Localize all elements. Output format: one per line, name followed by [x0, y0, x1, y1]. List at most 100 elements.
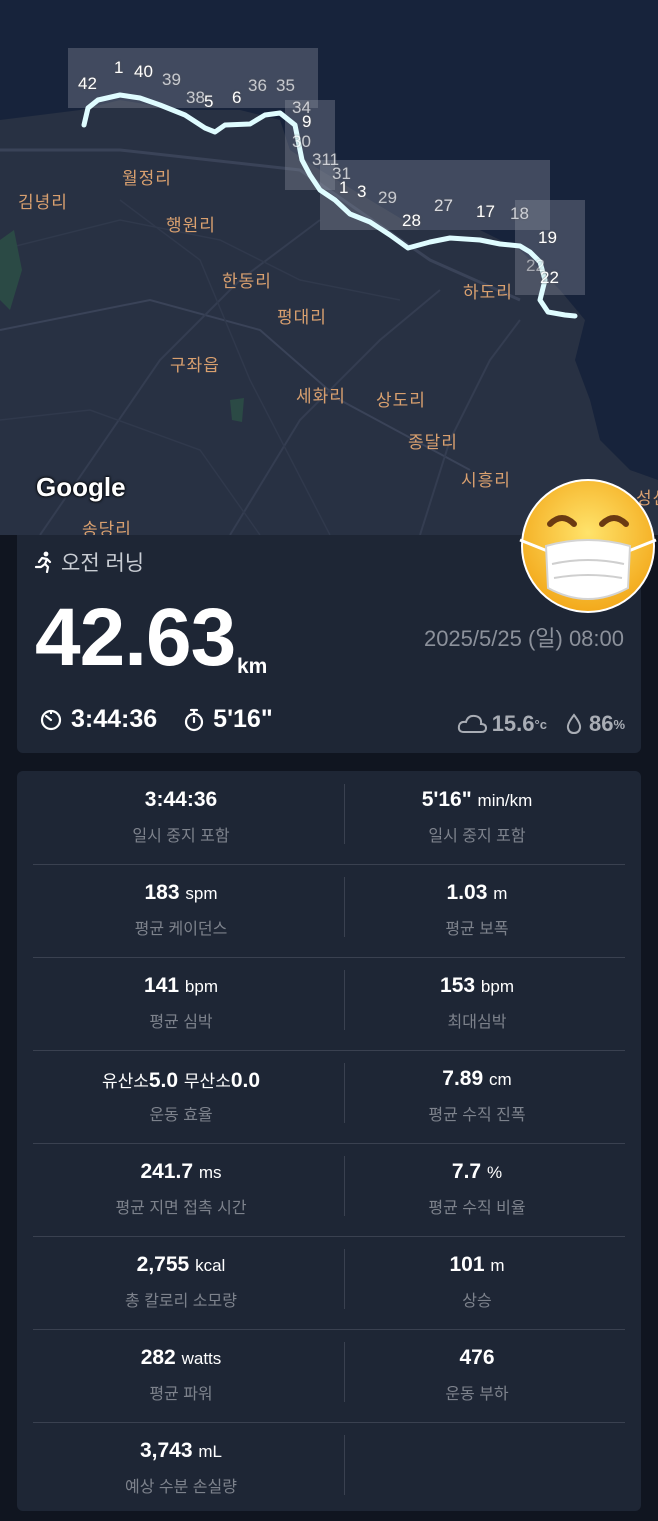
stat-label: 운동 부하	[445, 1386, 509, 1403]
stat-pace-including-pause: 5'16" min/km 일시 중지 포함	[329, 771, 625, 864]
route-map[interactable]: 김녕리 월정리 행원리 한동리 평대리 구좌읍 세화리 상도리 종달리 시흥리 …	[0, 0, 658, 535]
stats-row: 282 watts 평균 파워 476 운동 부하	[33, 1329, 625, 1423]
run-datetime: 2025/5/25 (일) 08:00	[423, 626, 624, 651]
total-distance: 42.63	[35, 592, 236, 683]
km-marker: 1	[339, 178, 349, 197]
stat-unit: ms	[198, 1163, 222, 1182]
place-label: 행원리	[166, 216, 216, 235]
place-label: 평대리	[277, 308, 327, 327]
stat-value: 241.7	[140, 1160, 194, 1183]
stopwatch-icon	[185, 708, 204, 731]
place-label: 종달리	[408, 433, 458, 452]
stat-label: 평균 파워	[149, 1386, 213, 1403]
stats-row: 183 spm 평균 케이던스 1.03 m 평균 보폭	[33, 864, 625, 958]
stat-label: 일시 중지 포함	[132, 828, 230, 845]
stat-value: 5.0	[148, 1069, 179, 1092]
stat-unit: cm	[489, 1070, 512, 1089]
stat-label: 총 칼로리 소모량	[125, 1293, 237, 1310]
km-marker: 42	[78, 74, 97, 93]
stat-unit: kcal	[195, 1256, 226, 1275]
km-marker: 40	[134, 62, 153, 81]
total-duration: 3:44:36	[71, 705, 158, 733]
stats-row: 3,743 mL 예상 수분 손실량	[33, 1422, 625, 1515]
stat-value: 2,755	[136, 1253, 190, 1276]
km-marker: 19	[538, 228, 557, 247]
km-marker: 27	[434, 196, 453, 215]
stat-label: 평균 케이던스	[134, 921, 228, 938]
stat-average-heart-rate: 141 bpm 평균 심박	[33, 957, 329, 1050]
place-label: 구좌읍	[170, 356, 220, 375]
map-graphic	[0, 0, 658, 535]
divider	[344, 1435, 345, 1495]
stat-unit: %	[486, 1163, 503, 1182]
cloud-icon	[457, 714, 487, 733]
stat-sweat-loss: 3,743 mL 예상 수분 손실량	[33, 1422, 329, 1515]
stats-row: 141 bpm 평균 심박 153 bpm 최대심박	[33, 957, 625, 1051]
stat-unit: mL	[198, 1442, 223, 1461]
stat-unit: watts	[181, 1349, 222, 1368]
stat-label: 평균 수직 진폭	[428, 1107, 526, 1124]
stats-row: 3:44:36 일시 중지 포함 5'16" min/km 일시 중지 포함	[33, 771, 625, 865]
stat-total-calories: 2,755 kcal 총 칼로리 소모량	[33, 1236, 329, 1329]
stat-label: 평균 지면 접촉 시간	[115, 1200, 247, 1217]
stat-ground-contact-time: 241.7 ms 평균 지면 접촉 시간	[33, 1143, 329, 1236]
stat-unit: spm	[185, 884, 218, 903]
timer-icon	[40, 709, 62, 730]
stat-label: 평균 심박	[149, 1014, 213, 1031]
stat-training-effect: 유산소5.0 무산소0.0 운동 효율	[33, 1050, 329, 1143]
km-marker: 35	[276, 76, 295, 95]
activity-type: 오전 러닝	[33, 547, 144, 577]
stat-average-power: 282 watts 평균 파워	[33, 1329, 329, 1422]
stat-label: 평균 수직 비율	[428, 1200, 526, 1217]
place-label: 세화리	[296, 387, 346, 406]
humidity-drop-icon	[566, 713, 582, 735]
stat-label: 최대심박	[447, 1014, 507, 1031]
stat-vertical-ratio: 7.7 % 평균 수직 비율	[329, 1143, 625, 1236]
stats-row: 유산소5.0 무산소0.0 운동 효율 7.89 cm 평균 수직 진폭	[33, 1050, 625, 1144]
stat-value: 7.89	[442, 1067, 484, 1090]
stat-prefix: 유산소	[101, 1072, 149, 1091]
temperature-unit: °c	[534, 716, 547, 732]
stat-average-cadence: 183 spm 평균 케이던스	[33, 864, 329, 957]
km-marker: 30	[292, 132, 311, 151]
stat-training-load: 476 운동 부하	[329, 1329, 625, 1422]
temperature-value: 15.6	[491, 711, 535, 736]
km-marker: 29	[378, 188, 397, 207]
stat-value: 183	[144, 881, 180, 904]
km-marker: 17	[476, 202, 495, 221]
run-stats-card: 3:44:36 일시 중지 포함 5'16" min/km 일시 중지 포함 1…	[17, 771, 641, 1511]
stat-label: 운동 효율	[149, 1107, 213, 1124]
place-label: 월정리	[122, 169, 172, 188]
stat-label: 예상 수분 손실량	[125, 1479, 237, 1496]
km-marker: 22	[526, 256, 545, 275]
km-marker: 38	[186, 88, 205, 107]
stat-label: 평균 보폭	[445, 921, 509, 938]
stat-value: 3:44:36	[144, 788, 218, 811]
stat-value: 1.03	[446, 881, 488, 904]
stat-value: 282	[140, 1346, 176, 1369]
stat-average-stride: 1.03 m 평균 보폭	[329, 864, 625, 957]
humidity-value: 86	[588, 711, 614, 736]
stat-elevation-gain: 101 m 상승	[329, 1236, 625, 1329]
stat-value: 476	[459, 1346, 495, 1369]
stat-unit: bpm	[184, 977, 218, 996]
stat-value: 101	[449, 1253, 485, 1276]
activity-title: 오전 러닝	[61, 552, 145, 575]
stat-value: 3,743	[139, 1439, 193, 1462]
google-logo: Google	[36, 472, 126, 502]
place-label: 송당리	[82, 520, 132, 535]
stat-value: 153	[440, 974, 476, 997]
km-marker: 5	[204, 92, 214, 111]
stat-unit: bpm	[480, 977, 514, 996]
stat-label: 일시 중지 포함	[428, 828, 526, 845]
running-icon	[34, 551, 52, 573]
km-marker: 18	[510, 204, 529, 223]
km-marker: 28	[402, 211, 421, 230]
place-label: 상도리	[376, 391, 426, 410]
mask-face-emoji	[519, 479, 657, 613]
humidity-unit: %	[613, 716, 625, 732]
stats-row: 241.7 ms 평균 지면 접촉 시간 7.7 % 평균 수직 비율	[33, 1143, 625, 1237]
km-marker: 39	[162, 70, 181, 89]
stat-value: 5'16"	[421, 788, 472, 811]
weather-info: 15.6 °c 86 %	[456, 711, 625, 737]
